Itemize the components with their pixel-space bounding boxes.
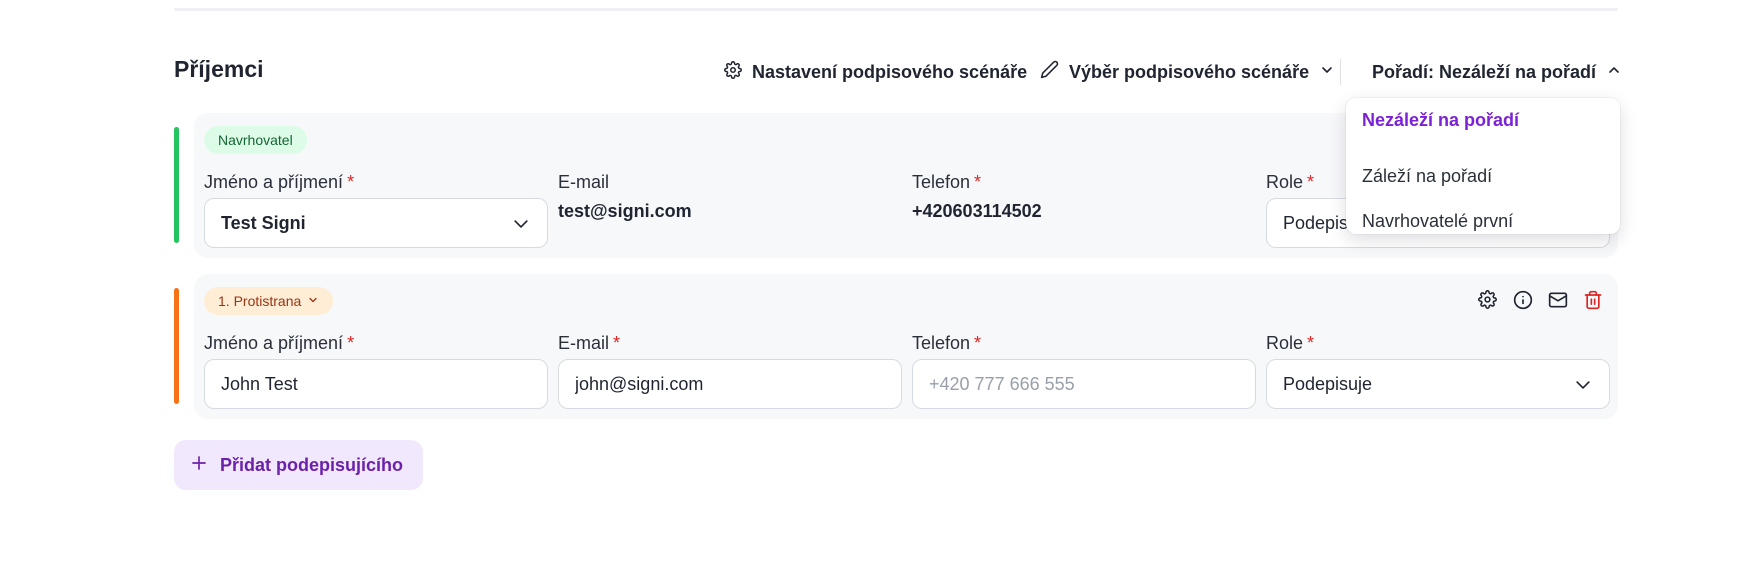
badge-label: 1. Protistrana (218, 293, 302, 309)
order-option-ordered[interactable]: Záleží na pořadí (1346, 154, 1620, 199)
name-field-label: Jméno a příjmení * (204, 172, 355, 192)
role-select[interactable]: Podepisuje (1266, 359, 1610, 409)
pencil-icon (1040, 60, 1059, 84)
mail-icon[interactable] (1546, 288, 1569, 311)
role-field-label: Role * (1266, 172, 1315, 192)
chevron-up-icon (1606, 62, 1622, 83)
toolbar-separator (1340, 59, 1341, 85)
info-icon[interactable] (1511, 288, 1534, 311)
recipients-page: Příjemci Nastavení podpisového scénáře V… (0, 0, 1760, 572)
add-signer-button[interactable]: Přidat podepisujícího (174, 440, 424, 490)
name-input[interactable] (204, 359, 548, 409)
name-select[interactable]: Test Signi (204, 198, 548, 248)
trash-icon[interactable] (1581, 288, 1604, 311)
signing-scenario-settings-button[interactable]: Nastavení podpisového scénáře (724, 58, 1027, 86)
chevron-down-icon (1573, 375, 1593, 400)
plus-icon (190, 454, 208, 477)
recipient-actions (1476, 288, 1604, 311)
chevron-down-icon (1319, 62, 1335, 83)
signing-order-dropdown: Nezáleží na pořadí Záleží na pořadí Navr… (1346, 98, 1620, 234)
required-mark: * (974, 333, 982, 353)
phone-input[interactable] (912, 359, 1256, 409)
recipient-type-badge: Navrhovatel (204, 126, 307, 154)
required-mark: * (347, 172, 355, 192)
name-input-field[interactable] (221, 373, 531, 395)
email-input-field[interactable] (575, 373, 885, 395)
required-mark: * (347, 333, 355, 353)
email-field-label: E-mail * (558, 333, 621, 353)
signing-scenario-select-label: Výběr podpisového scénáře (1069, 61, 1310, 82)
required-mark: * (1307, 172, 1315, 192)
name-value: Test Signi (221, 212, 306, 233)
email-field-label: E-mail (558, 172, 610, 192)
signing-order-button[interactable]: Pořadí: Nezáleží na pořadí (1372, 58, 1622, 86)
add-signer-label: Přidat podepisujícího (220, 454, 404, 475)
recipient-card-counterparty: 1. Protistrana Jméno a příjmení* E-mail* (194, 274, 1618, 419)
name-field-label: Jméno a příjmení * (204, 333, 355, 353)
gear-icon (724, 60, 742, 84)
order-option-any[interactable]: Nezáleží na pořadí (1346, 109, 1620, 131)
gear-icon[interactable] (1476, 288, 1499, 311)
counterparty-accent-bar (174, 288, 179, 404)
chevron-down-icon (511, 214, 531, 239)
email-value: test@signi.com (558, 201, 692, 221)
order-option-proposers-first[interactable]: Navrhovatelé první (1346, 199, 1620, 244)
signing-scenario-select-button[interactable]: Výběr podpisového scénáře (1040, 58, 1335, 86)
required-mark: * (974, 172, 982, 192)
required-mark: * (1307, 333, 1315, 353)
proposer-accent-bar (174, 127, 179, 243)
phone-input-field[interactable] (929, 373, 1239, 395)
signing-scenario-settings-label: Nastavení podpisového scénáře (752, 61, 1028, 82)
page-title: Příjemci (174, 56, 264, 82)
signing-order-label: Pořadí: Nezáleží na pořadí (1372, 61, 1597, 82)
section-divider (174, 8, 1618, 11)
phone-field-label: Telefon * (912, 172, 982, 192)
role-value: Podepisuje (1283, 373, 1373, 394)
required-mark: * (613, 333, 621, 353)
chevron-down-icon (307, 293, 319, 309)
recipient-type-badge[interactable]: 1. Protistrana (204, 287, 334, 315)
phone-value: +420603114502 (912, 201, 1042, 221)
role-field-label: Role * (1266, 333, 1315, 353)
badge-label: Navrhovatel (218, 132, 293, 148)
email-input[interactable] (558, 359, 902, 409)
phone-field-label: Telefon * (912, 333, 982, 353)
